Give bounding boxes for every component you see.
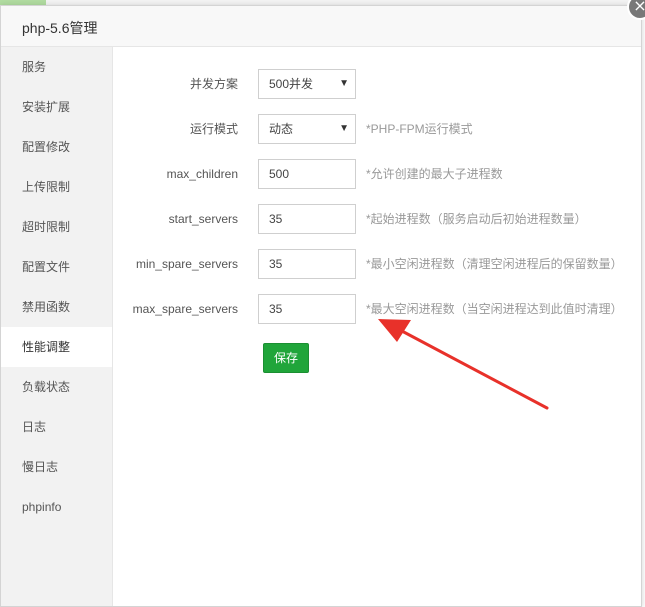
annotation-arrow-icon (378, 319, 549, 410)
